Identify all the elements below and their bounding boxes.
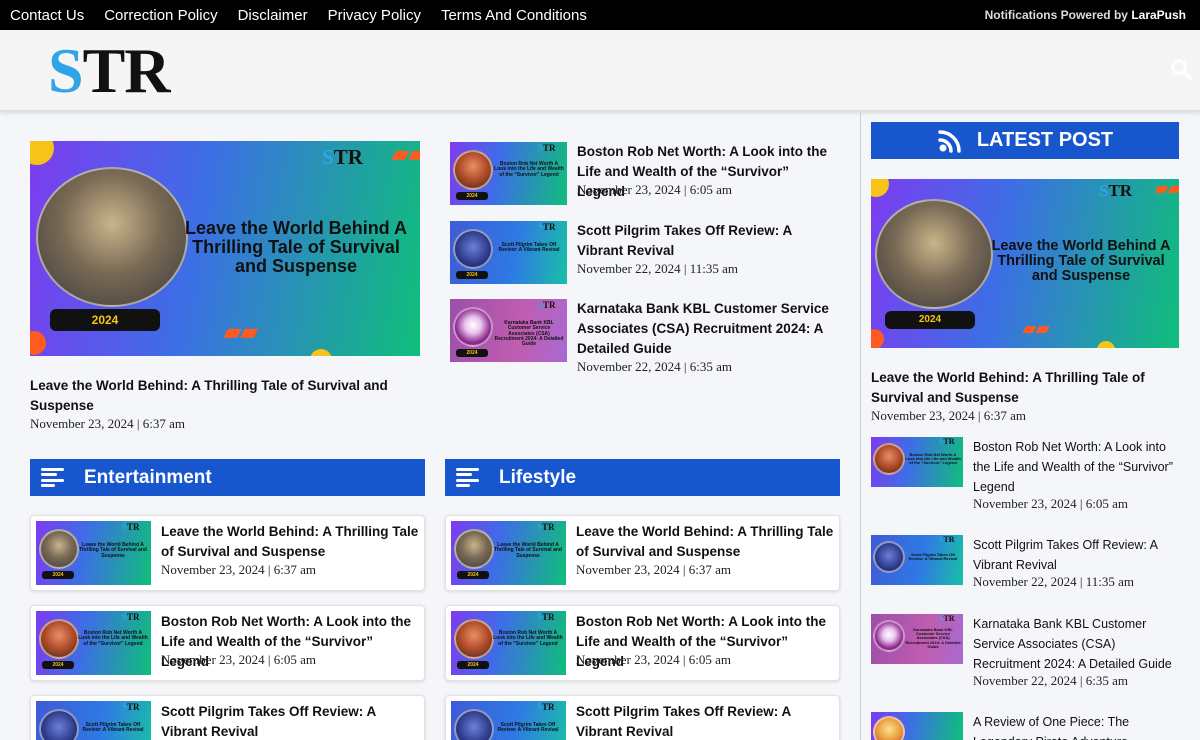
post-thumbnail[interactable]: STR Boston Rob Net Worth A Look into the… <box>451 611 566 675</box>
post-title[interactable]: Scott Pilgrim Takes Off Review: A Vibran… <box>576 702 834 740</box>
post-date: November 23, 2024 | 6:05 am <box>973 496 1128 511</box>
post-thumbnail[interactable]: STR Boston Rob Net Worth A Look into the… <box>36 611 151 675</box>
post-date: November 23, 2024 | 6:05 am <box>577 182 732 197</box>
post-thumbnail[interactable]: STR Leave the World Behind A Thrilling T… <box>451 521 566 585</box>
featured-thumbnail[interactable]: STR ▰▰ ▰▰ Leave the World Behind A Thril… <box>30 141 420 356</box>
post-title[interactable]: Leave the World Behind: A Thrilling Tale… <box>576 522 834 562</box>
post-thumbnail[interactable]: STR Karnataka Bank KBL Customer Service … <box>450 299 567 362</box>
decor-dot <box>30 141 54 165</box>
post-thumbnail[interactable] <box>871 712 963 740</box>
post-date: November 23, 2024 | 6:05 am <box>576 652 731 667</box>
nav-terms-and-conditions[interactable]: Terms And Conditions <box>441 7 587 24</box>
decor-corner-icon: ▰▰ <box>392 141 420 166</box>
post-thumbnail[interactable]: STR Karnataka Bank KBL Customer Service … <box>871 614 963 664</box>
post-title[interactable]: A Review of One Piece: The Legendary Pir… <box>973 712 1178 740</box>
post-date: November 22, 2024 | 6:35 am <box>577 359 732 374</box>
featured-date: November 23, 2024 | 6:37 am <box>30 416 185 431</box>
post-thumbnail[interactable]: STR Scott Pilgrim Takes Off Review: A Vi… <box>36 701 151 740</box>
top-nav: Contact Us Correction Policy Disclaimer … <box>10 0 607 30</box>
search-icon[interactable] <box>1170 58 1192 80</box>
featured-image-circle <box>36 167 188 307</box>
post-title[interactable]: Leave the World Behind: A Thrilling Tale… <box>161 522 419 562</box>
notifications-prefix: Notifications Powered by <box>984 8 1128 22</box>
post-thumbnail[interactable]: STR Scott Pilgrim Takes Off Review: A Vi… <box>451 701 566 740</box>
site-logo[interactable]: STR <box>48 39 170 103</box>
post-thumbnail[interactable]: STR Scott Pilgrim Takes Off Review: A Vi… <box>450 221 567 284</box>
nav-privacy-policy[interactable]: Privacy Policy <box>328 7 421 24</box>
latest-post-header[interactable]: LATEST POST <box>871 122 1179 159</box>
decor-corner-icon: ▰▰ <box>224 319 258 344</box>
menu-lines-icon <box>41 467 64 488</box>
post-title[interactable]: Karnataka Bank KBL Customer Service Asso… <box>577 299 835 359</box>
post-date: November 22, 2024 | 11:35 am <box>973 574 1134 589</box>
latest-featured-thumbnail[interactable]: STR ▰▰ ▰▰ Leave the World Behind A Thril… <box>871 179 1179 348</box>
post-date: November 22, 2024 | 6:35 am <box>973 673 1128 688</box>
rss-feed-icon <box>938 129 961 153</box>
post-date: November 23, 2024 | 6:37 am <box>576 562 731 577</box>
nav-contact-us[interactable]: Contact Us <box>10 7 84 24</box>
post-date: November 23, 2024 | 6:05 am <box>161 652 316 667</box>
decor-dot <box>310 349 332 356</box>
latest-featured-date: November 23, 2024 | 6:37 am <box>871 408 1026 423</box>
thumb-logo: STR <box>322 145 363 169</box>
menu-lines-icon <box>456 467 479 488</box>
section-header-lifestyle[interactable]: Lifestyle <box>445 459 840 496</box>
post-date: November 22, 2024 | 11:35 am <box>577 261 738 276</box>
section-header-entertainment[interactable]: Entertainment <box>30 459 425 496</box>
post-date: November 23, 2024 | 6:37 am <box>161 562 316 577</box>
post-thumbnail[interactable]: STR Scott Pilgrim Takes Off Review: A Vi… <box>871 535 963 585</box>
notifications-brand: LaraPush <box>1131 8 1186 22</box>
featured-title[interactable]: Leave the World Behind: A Thrilling Tale… <box>30 376 420 416</box>
top-bar: Contact Us Correction Policy Disclaimer … <box>0 0 1200 30</box>
site-header: STR <box>0 30 1200 111</box>
post-thumbnail[interactable]: STR Boston Rob Net Worth A Look into the… <box>871 437 963 487</box>
latest-featured-title[interactable]: Leave the World Behind: A Thrilling Tale… <box>871 368 1171 408</box>
post-title[interactable]: Scott Pilgrim Takes Off Review: A Vibran… <box>161 702 419 740</box>
thumb-title: Leave the World Behind A Thrilling Tale … <box>184 218 408 276</box>
notifications-credit[interactable]: Notifications Powered by LaraPush <box>985 8 1186 22</box>
thumb-year: 2024 <box>50 309 160 331</box>
post-title[interactable]: Scott Pilgrim Takes Off Review: A Vibran… <box>973 535 1178 575</box>
nav-correction-policy[interactable]: Correction Policy <box>104 7 217 24</box>
decor-dot <box>30 331 46 355</box>
post-title[interactable]: Boston Rob Net Worth: A Look into the Li… <box>973 437 1178 497</box>
post-title[interactable]: Scott Pilgrim Takes Off Review: A Vibran… <box>577 221 835 261</box>
nav-disclaimer[interactable]: Disclaimer <box>238 7 308 24</box>
post-title[interactable]: Karnataka Bank KBL Customer Service Asso… <box>973 614 1183 674</box>
post-thumbnail[interactable]: STR Leave the World Behind A Thrilling T… <box>36 521 151 585</box>
post-thumbnail[interactable]: STR Boston Rob Net Worth A Look into the… <box>450 142 567 205</box>
